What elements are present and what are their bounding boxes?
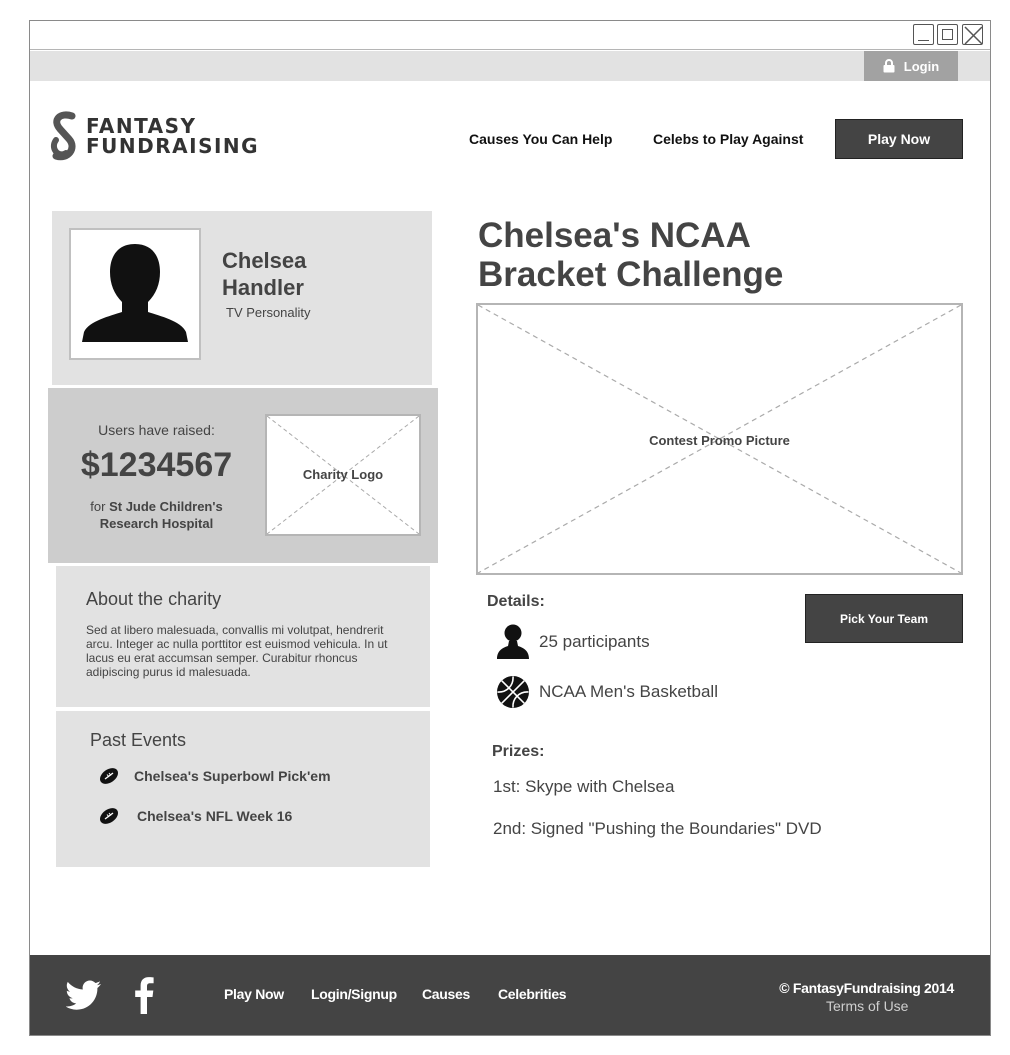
pick-team-button[interactable]: Pick Your Team <box>805 594 963 643</box>
terms-link[interactable]: Terms of Use <box>826 998 908 1014</box>
celebrity-name: Chelsea Handler <box>222 247 362 301</box>
charity-name[interactable]: St Jude Children's Research Hospital <box>100 499 223 531</box>
contest-title-line-2: Bracket Challenge <box>478 255 784 294</box>
past-event-item[interactable]: Chelsea's Superbowl Pick'em <box>98 767 331 785</box>
contest-title: Chelsea's NCAA Bracket Challenge <box>478 216 878 294</box>
about-text: Sed at libero malesuada, convallis mi vo… <box>86 623 388 679</box>
past-events-panel: Past Events Chelsea's Superbowl Pick'em … <box>56 711 430 867</box>
twitter-icon[interactable] <box>66 980 102 1010</box>
profile-panel: Chelsea Handler TV Personality <box>52 211 432 385</box>
prizes-title: Prizes: <box>492 743 545 760</box>
participants-row: 25 participants <box>496 623 650 661</box>
footer-link-celebrities[interactable]: Celebrities <box>498 986 567 1002</box>
logo-icon <box>50 111 76 161</box>
avatar <box>69 228 201 360</box>
footer-link-play-now[interactable]: Play Now <box>224 986 284 1002</box>
title-bar <box>30 21 990 50</box>
nav-causes-link[interactable]: Causes You Can Help <box>469 131 612 147</box>
contest-promo-picture: Contest Promo Picture <box>476 303 963 575</box>
past-event-item[interactable]: Chelsea's NFL Week 16 <box>98 807 292 825</box>
about-charity-panel: About the charity Sed at libero malesuad… <box>56 566 430 707</box>
prize-item: 1st: Skype with Chelsea <box>493 777 675 796</box>
celebrity-first-name: Chelsea <box>222 248 307 273</box>
raised-label: Users have raised: <box>98 422 215 438</box>
login-bar <box>30 51 990 81</box>
participants-count: 25 participants <box>539 632 650 651</box>
copyright: © FantasyFundraising 2014 <box>779 980 954 996</box>
past-event-label: Chelsea's Superbowl Pick'em <box>134 768 331 784</box>
prize-item: 2nd: Signed "Pushing the Boundaries" DVD <box>493 819 822 838</box>
raised-amount: $1234567 <box>80 446 233 484</box>
footer-link-login-signup[interactable]: Login/Signup <box>311 986 397 1002</box>
past-events-title: Past Events <box>90 730 187 750</box>
browser-window: Login FANTASY FUNDRAISING Causes You Can… <box>29 20 991 1036</box>
raised-for-text: for St Jude Children's Research Hospital <box>68 498 245 532</box>
login-button[interactable]: Login <box>864 51 958 81</box>
nav-celebs-link[interactable]: Celebs to Play Against <box>653 131 803 147</box>
charity-logo-label: Charity Logo <box>302 467 384 482</box>
about-title: About the charity <box>86 589 222 609</box>
logo-line-2: FUNDRAISING <box>86 134 260 158</box>
football-icon <box>99 768 119 784</box>
sport-name: NCAA Men's Basketball <box>539 682 718 701</box>
footer: Play Now Login/Signup Causes Celebrities… <box>30 955 990 1035</box>
facebook-icon[interactable] <box>134 976 154 1014</box>
contest-title-line-1: Chelsea's NCAA <box>478 216 751 255</box>
celebrity-role: TV Personality <box>226 305 311 320</box>
basketball-icon <box>497 676 529 708</box>
play-now-button[interactable]: Play Now <box>835 119 963 159</box>
lock-icon <box>883 59 895 73</box>
raised-for-prefix: for <box>90 499 106 514</box>
maximize-icon[interactable] <box>937 24 958 45</box>
logo-line-1: FANTASY <box>86 114 197 138</box>
person-silhouette-icon <box>82 244 188 342</box>
promo-label: Contest Promo Picture <box>649 433 790 448</box>
sport-row: NCAA Men's Basketball <box>496 675 718 709</box>
footer-link-causes[interactable]: Causes <box>422 986 470 1002</box>
close-icon[interactable] <box>962 24 983 45</box>
minimize-icon[interactable] <box>913 24 934 45</box>
football-icon <box>99 808 119 824</box>
details-title: Details: <box>487 593 545 610</box>
logo-text: FANTASY FUNDRAISING <box>86 116 259 156</box>
raised-panel: Users have raised: $1234567 for St Jude … <box>48 388 438 563</box>
past-event-label: Chelsea's NFL Week 16 <box>137 808 293 824</box>
charity-logo: Charity Logo <box>265 414 421 536</box>
login-label: Login <box>903 58 940 74</box>
logo[interactable]: FANTASY FUNDRAISING <box>50 110 259 162</box>
person-icon <box>497 624 529 659</box>
celebrity-last-name: Handler <box>222 275 304 300</box>
